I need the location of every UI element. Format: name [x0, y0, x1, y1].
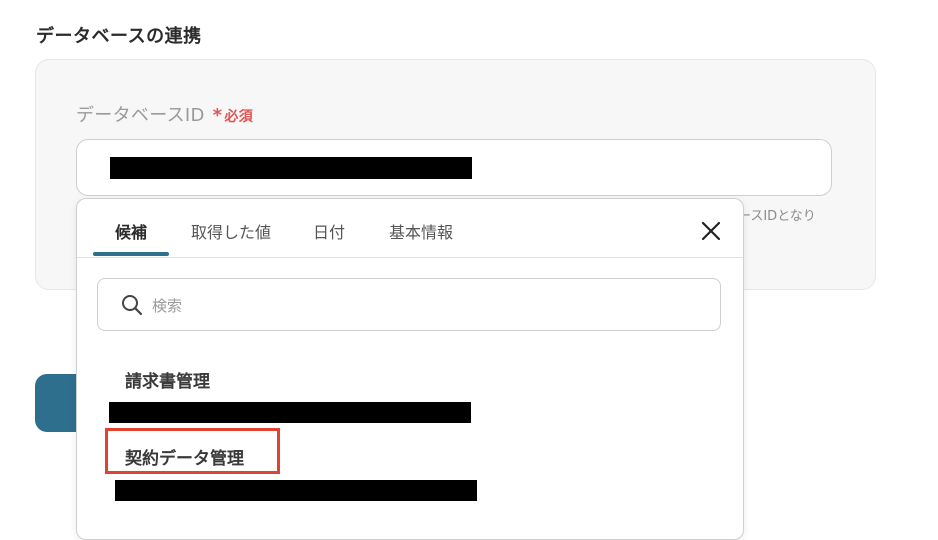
search-icon — [120, 293, 144, 317]
close-icon[interactable] — [699, 219, 723, 243]
tab-basic-info[interactable]: 基本情報 — [389, 219, 453, 243]
tab-bar: 候補 取得した値 日付 基本情報 — [77, 199, 743, 258]
field-label: データベースID * 必須 — [76, 101, 253, 127]
tab-retrieved-values[interactable]: 取得した値 — [191, 219, 271, 243]
required-badge: 必須 — [224, 109, 253, 125]
field-hint: ースIDとなり — [738, 209, 816, 224]
tab-candidates[interactable]: 候補 — [115, 219, 147, 243]
search-input[interactable] — [150, 291, 694, 321]
database-id-input[interactable] — [76, 139, 832, 196]
active-tab-indicator — [93, 252, 169, 256]
highlight-annotation — [105, 428, 280, 474]
search-box[interactable] — [97, 278, 721, 331]
redacted-option-id — [115, 480, 477, 501]
option-invoice-management[interactable]: 請求書管理 — [125, 367, 210, 392]
section-title: データベースの連携 — [36, 26, 202, 47]
field-label-text: データベースID — [76, 105, 205, 126]
value-picker-popup: 候補 取得した値 日付 基本情報 請求書管理 契約データ管理 — [76, 198, 744, 540]
redacted-value — [110, 157, 472, 179]
redacted-option-id — [109, 402, 471, 423]
required-asterisk: * — [212, 105, 223, 126]
tab-date[interactable]: 日付 — [313, 219, 345, 243]
